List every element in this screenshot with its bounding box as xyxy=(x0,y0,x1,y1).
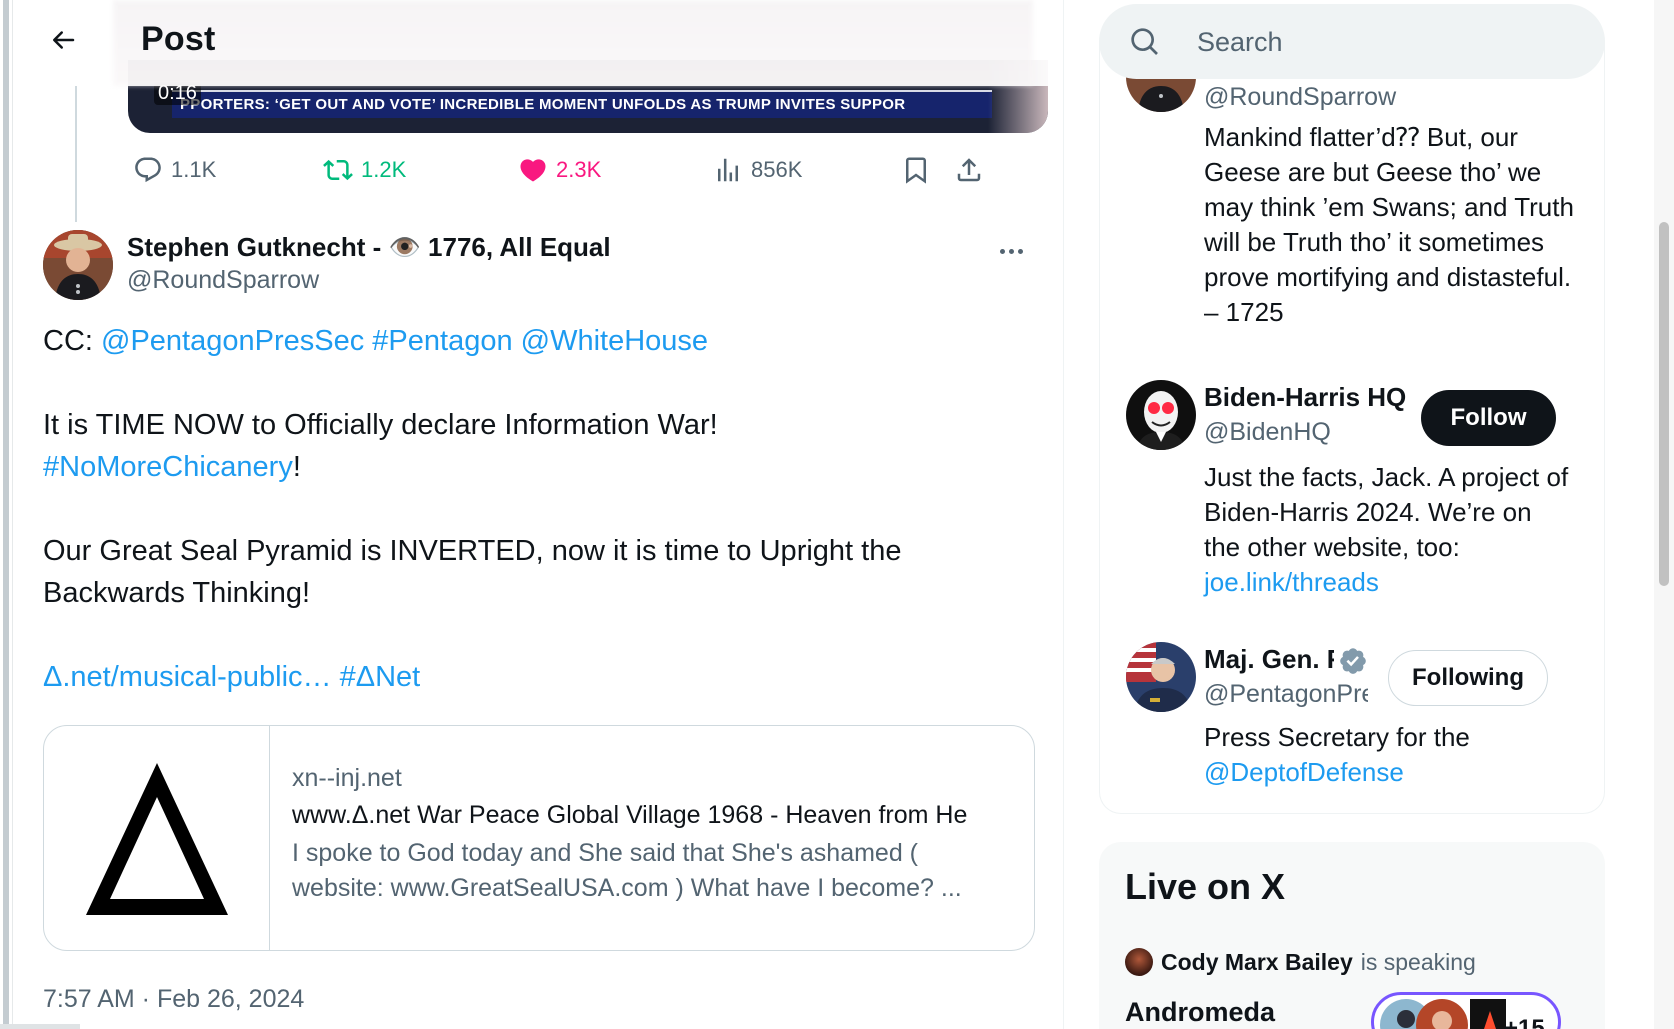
action-bar: 1.1K 1.2K 2.3K 856K xyxy=(128,150,1048,190)
hashtag-link[interactable]: #ΔNet xyxy=(340,661,421,693)
views-button[interactable]: 856K xyxy=(713,150,802,190)
more-options-button[interactable] xyxy=(991,236,1031,266)
live-section-title: Live on X xyxy=(1125,866,1286,907)
bio-link[interactable]: @DeptofDefense xyxy=(1204,757,1404,787)
follow-button[interactable]: Follow xyxy=(1421,390,1556,446)
card-info: xn--inj.net www.Δ.net War Peace Global V… xyxy=(292,764,1012,906)
listener-count: +15 xyxy=(1504,1015,1545,1029)
thread-line xyxy=(75,86,77,222)
author-avatar[interactable] xyxy=(43,230,113,300)
user-bio: Press Secretary for the @DeptofDefense xyxy=(1204,720,1574,790)
verified-badge-icon xyxy=(1340,648,1366,674)
live-host-row[interactable]: Cody Marx Bailey is speaking xyxy=(1125,947,1476,977)
card-title: www.Δ.net War Peace Global Village 1968 … xyxy=(292,801,968,829)
live-room-title[interactable]: Andromeda xyxy=(1125,997,1275,1028)
author-handle[interactable]: @RoundSparrow xyxy=(127,266,319,295)
user-avatar[interactable] xyxy=(1126,642,1196,712)
hashtag-link[interactable]: #NoMoreChicanery xyxy=(43,451,293,483)
post-declare-text: It is TIME NOW to Officially declare Inf… xyxy=(43,409,718,441)
reply-icon xyxy=(135,157,161,183)
horizontal-scroll-indicator xyxy=(0,1024,80,1029)
user-bio: Just the facts, Jack. A project of Biden… xyxy=(1204,460,1574,600)
card-thumbnail xyxy=(44,726,270,950)
bookmark-button[interactable] xyxy=(901,150,931,190)
repost-icon xyxy=(323,159,353,181)
post-seal-paragraph: Our Great Seal Pyramid is INVERTED, now … xyxy=(43,530,1033,614)
main-column: PPORTERS: ‘GET OUT AND VOTE’ INCREDIBLE … xyxy=(13,0,1064,1029)
post-timestamp[interactable]: 7:57 AM · Feb 26, 2024 xyxy=(43,985,304,1014)
reply-count: 1.1K xyxy=(171,157,217,182)
user-name[interactable]: Maj. Gen. F xyxy=(1204,644,1334,675)
heart-filled-icon xyxy=(520,159,546,182)
mention-link[interactable]: @WhiteHouse xyxy=(521,325,708,357)
post-cc-line: CC: @PentagonPresSec #Pentagon @WhiteHou… xyxy=(43,320,1033,362)
listener-avatars xyxy=(1380,999,1506,1029)
more-dot-icon xyxy=(1017,248,1023,254)
user-bio: Mankind flatter’d⁇ But, our Geese are bu… xyxy=(1204,122,1574,327)
left-scroll-strip xyxy=(0,0,13,1029)
link-preview-card[interactable]: xn--inj.net www.Δ.net War Peace Global V… xyxy=(43,725,1035,951)
search-input[interactable] xyxy=(1197,22,1577,62)
left-strip-bar xyxy=(3,0,9,1029)
share-button[interactable] xyxy=(954,150,984,190)
author-avatar-image xyxy=(43,230,113,300)
listeners-pill[interactable]: +15 xyxy=(1371,992,1561,1029)
exclaim-text: ! xyxy=(292,451,301,483)
user-name[interactable]: Biden-Harris HQ xyxy=(1204,382,1414,413)
card-description: I spoke to God today and She said that S… xyxy=(292,839,962,902)
hashtag-link[interactable]: #Pentagon xyxy=(372,325,512,357)
more-dot-icon xyxy=(1008,248,1014,254)
scrollbar-thumb[interactable] xyxy=(1659,222,1669,586)
search-icon xyxy=(1131,28,1158,55)
delta-logo-icon xyxy=(85,763,228,915)
repost-button[interactable]: 1.2K xyxy=(323,150,406,190)
page-title: Post xyxy=(141,20,216,58)
host-status: is speaking xyxy=(1360,948,1476,975)
views-chart-icon xyxy=(718,158,738,182)
share-icon xyxy=(957,158,981,182)
bio-link[interactable]: joe.link/threads xyxy=(1204,567,1379,597)
more-dot-icon xyxy=(999,248,1005,254)
cc-label: CC: xyxy=(43,325,101,357)
search-box[interactable] xyxy=(1099,4,1605,79)
author-name[interactable]: Stephen Gutknecht - 👁️ 1776, All Equal xyxy=(127,232,611,263)
user-bio-text: Press Secretary for the xyxy=(1204,722,1470,752)
card-domain: xn--inj.net xyxy=(292,764,402,792)
views-count: 856K xyxy=(751,157,803,182)
reply-button[interactable]: 1.1K xyxy=(133,150,216,190)
user-handle[interactable]: @BidenHQ xyxy=(1204,418,1414,447)
like-button[interactable]: 2.3K xyxy=(518,150,601,190)
post-body: CC: @PentagonPresSec #Pentagon @WhiteHou… xyxy=(43,320,1033,740)
header-blur xyxy=(113,0,1033,86)
page-scrollbar[interactable] xyxy=(1654,0,1674,1029)
like-count: 2.3K xyxy=(556,157,602,182)
user-avatar-image xyxy=(1126,642,1196,712)
external-link[interactable]: Δ.net/musical-public… xyxy=(43,661,332,693)
mention-link[interactable]: @PentagonPresSec xyxy=(101,325,364,357)
bookmark-icon xyxy=(906,157,926,184)
host-name: Cody Marx Bailey xyxy=(1161,948,1353,975)
post-header: Post xyxy=(13,0,1063,86)
post-seal-text: Our Great Seal Pyramid is INVERTED, now … xyxy=(43,535,902,609)
relevant-people-panel: @RoundSparrow Mankind flatter’d⁇ But, ou… xyxy=(1099,40,1605,814)
user-handle[interactable]: @PentagonPre xyxy=(1204,680,1368,709)
right-sidebar: @RoundSparrow Mankind flatter’d⁇ But, ou… xyxy=(1064,0,1674,1029)
post-author: Stephen Gutknecht - 👁️ 1776, All Equal @… xyxy=(43,230,1043,300)
user-avatar[interactable] xyxy=(1126,380,1196,450)
user-bio-text: Just the facts, Jack. A project of Biden… xyxy=(1204,462,1569,562)
repost-count: 1.2K xyxy=(361,157,407,182)
following-button[interactable]: Following xyxy=(1388,650,1548,706)
video-ticker: PPORTERS: ‘GET OUT AND VOTE’ INCREDIBLE … xyxy=(172,90,992,118)
host-avatar xyxy=(1125,948,1153,976)
post-declare-paragraph: It is TIME NOW to Officially declare Inf… xyxy=(43,404,1033,488)
back-button[interactable] xyxy=(41,18,85,62)
post-links-line: Δ.net/musical-public… #ΔNet xyxy=(43,656,1033,698)
live-on-x-panel: Live on X Cody Marx Bailey is speaking A… xyxy=(1099,842,1605,1029)
user-handle[interactable]: @RoundSparrow xyxy=(1204,83,1584,112)
user-avatar-image xyxy=(1126,380,1196,450)
arrow-left-icon xyxy=(53,31,75,49)
